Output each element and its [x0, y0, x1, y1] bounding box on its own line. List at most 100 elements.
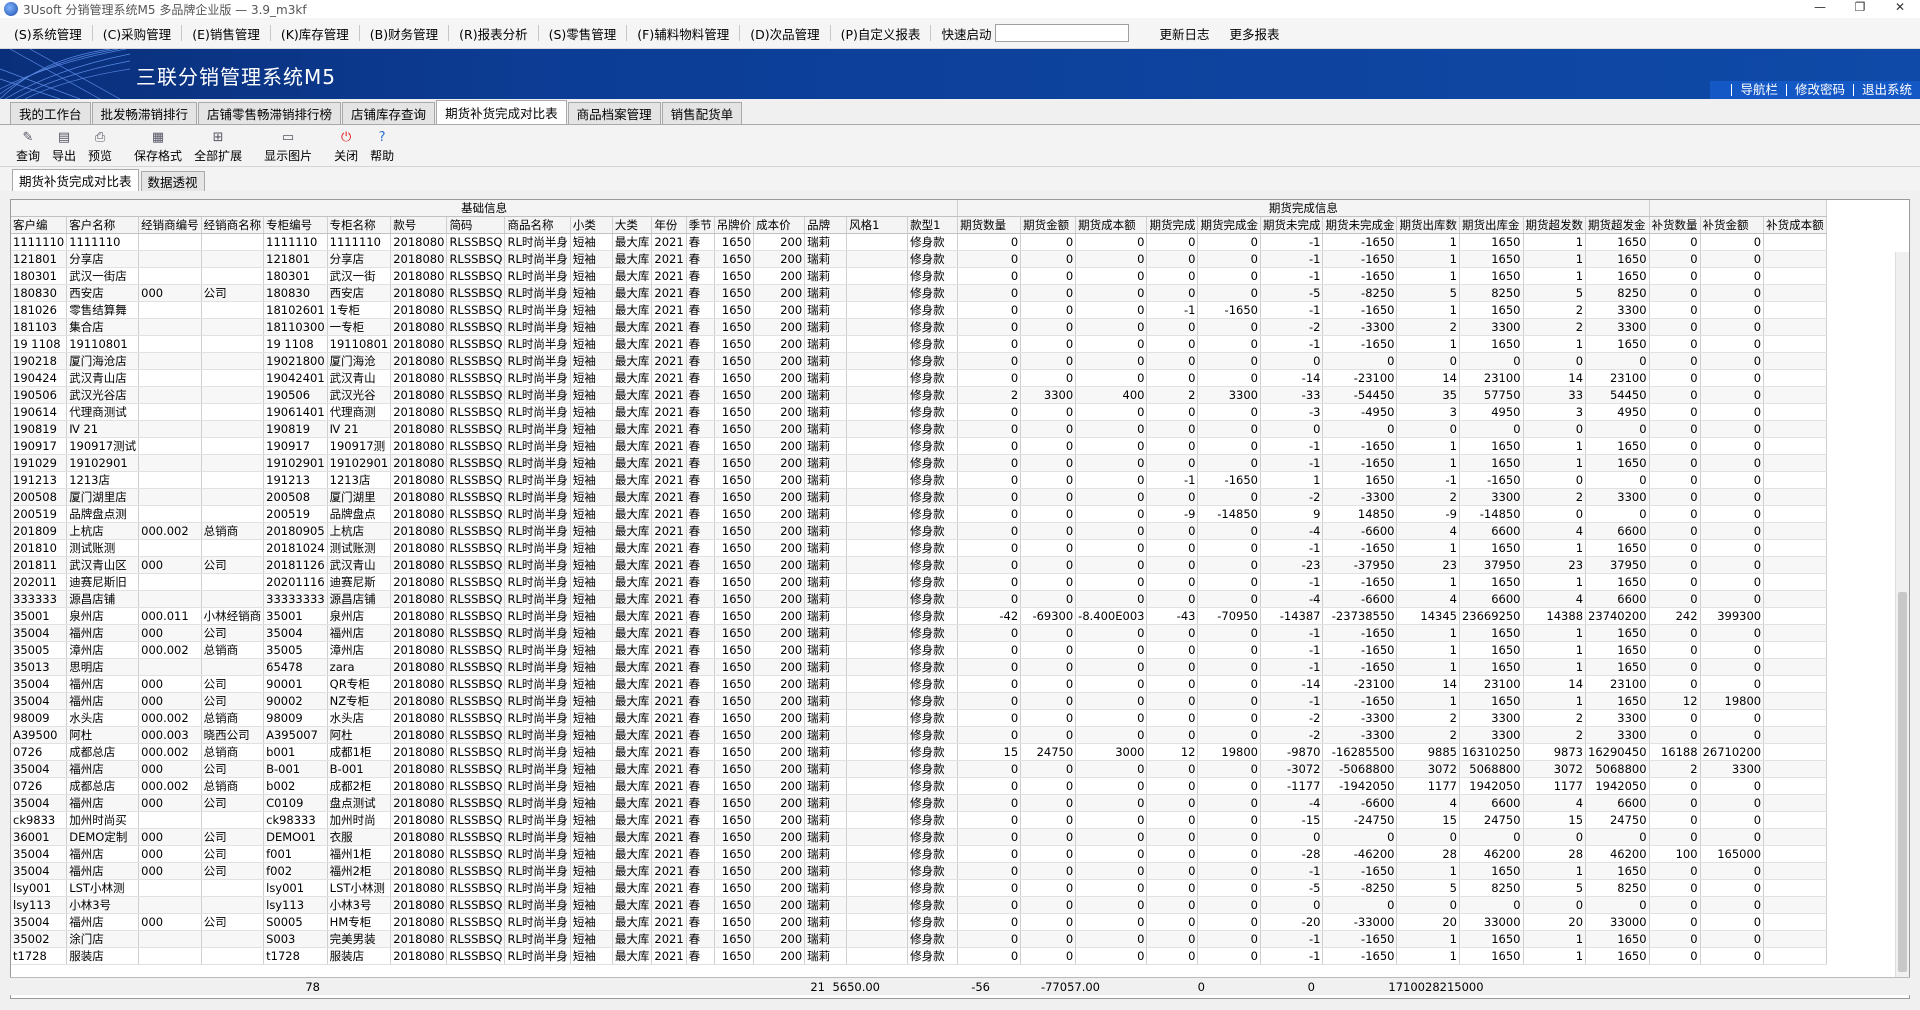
- column-header[interactable]: 期货未完成金: [1322, 216, 1398, 234]
- nav-bar-link[interactable]: 导航栏: [1731, 83, 1786, 96]
- table-row[interactable]: 35005 漳州店 000.002 总销商 35005 漳州店 2018080 RLSSBSQ…: [11, 641, 1827, 659]
- column-header[interactable]: 期货超发金: [1585, 216, 1650, 234]
- change-password-link[interactable]: 修改密码: [1785, 83, 1853, 96]
- tab-6[interactable]: 销售配货单: [661, 102, 743, 124]
- column-header[interactable]: 年份: [651, 216, 687, 234]
- table-row[interactable]: 0726 成都总店 000.002 总销商 b002 成都2柜 2018080 RLSSBSQ…: [11, 777, 1827, 795]
- tab-2[interactable]: 店铺零售畅滞销排行榜: [198, 102, 342, 124]
- tab-1[interactable]: 批发畅滞销排行: [91, 102, 198, 124]
- table-row[interactable]: ck9833 加州时尚买 ck98333 加州时尚 2018080 RLSSBSQ RL时尚…: [11, 811, 1827, 829]
- menu-item-8[interactable]: (D)次品管理: [742, 24, 827, 43]
- table-row[interactable]: lsy113 小林3号 lsy113 小林3号 2018080 RLSSBSQ RL时尚半身…: [11, 896, 1827, 914]
- save-format-button[interactable]: ▦ 保存格式: [128, 129, 188, 164]
- scrollbar-thumb[interactable]: [1898, 592, 1907, 972]
- column-header[interactable]: 补货金额: [1700, 216, 1765, 234]
- column-header[interactable]: 期货出库数: [1396, 216, 1460, 234]
- column-header[interactable]: 款号: [390, 216, 448, 234]
- column-header[interactable]: 期货未完成: [1260, 216, 1324, 234]
- table-row[interactable]: 200519 品牌盘点测 200519 品牌盘点 2018080 RLSSBSQ RL时尚半…: [11, 505, 1827, 523]
- column-header[interactable]: 商品名称: [504, 216, 571, 234]
- table-row[interactable]: 35004 福州店 000 公司 C0109 盘点测试 2018080 RLSSBSQ RL时尚…: [11, 794, 1827, 812]
- table-row[interactable]: 180301 武汉一街店 180301 武汉一街 2018080 RLSSBSQ RL时尚半…: [11, 267, 1827, 285]
- tab-5[interactable]: 商品档案管理: [567, 102, 661, 124]
- table-row[interactable]: lsy001 LST小林测 lsy001 LST小林测 2018080 RLSSBSQ RL…: [11, 879, 1827, 897]
- update-log-link[interactable]: 更新日志: [1151, 24, 1217, 43]
- more-reports-link[interactable]: 更多报表: [1221, 24, 1287, 43]
- menu-item-6[interactable]: (S)零售管理: [541, 24, 625, 43]
- subtab-comparison[interactable]: 期货补货完成对比表: [12, 169, 139, 191]
- column-header[interactable]: 补货成本额: [1763, 216, 1827, 234]
- column-header[interactable]: 经销商编号: [138, 216, 202, 234]
- vertical-scrollbar[interactable]: [1895, 252, 1909, 980]
- column-header[interactable]: 期货出库金: [1459, 216, 1524, 234]
- table-row[interactable]: 35001 泉州店 000.011 小林经销商 35001 泉州店 2018080 RLSSB…: [11, 607, 1827, 625]
- column-header[interactable]: 简码: [446, 216, 506, 234]
- table-row[interactable]: 35004 福州店 000 公司 90002 NZ专柜 2018080 RLSSBSQ RL时尚…: [11, 692, 1827, 710]
- table-row[interactable]: 121801 分享店 121801 分享店 2018080 RLSSBSQ RL时尚半身 短袖…: [11, 250, 1827, 268]
- tab-0[interactable]: 我的工作台: [10, 102, 91, 124]
- column-header[interactable]: 经销商名称: [201, 216, 265, 234]
- table-row[interactable]: 190424 武汉青山店 19042401 武汉青山 2018080 RLSSBSQ RL时…: [11, 369, 1827, 387]
- export-button[interactable]: ▤ 导出: [46, 129, 82, 164]
- close-icon[interactable]: ✕: [1880, 0, 1920, 14]
- table-row[interactable]: 36001 DEMO定制 000 公司 DEMO01 衣服 2018080 RLSSBSQ RL…: [11, 828, 1827, 846]
- minimize-icon[interactable]: —: [1800, 0, 1840, 14]
- preview-button[interactable]: ⎙ 预览: [82, 129, 118, 164]
- column-header[interactable]: 专柜名称: [327, 216, 392, 234]
- table-row[interactable]: 1111110 1111110 1111110 1111110 2018080 RLSSB…: [11, 233, 1827, 251]
- menu-item-0[interactable]: (S)系统管理: [6, 24, 90, 43]
- tab-4[interactable]: 期货补货完成对比表: [436, 100, 567, 124]
- column-header[interactable]: 补货数量: [1649, 216, 1701, 234]
- close-button[interactable]: ⏻ 关闭: [328, 129, 364, 164]
- column-header[interactable]: 款型1: [907, 216, 959, 234]
- table-row[interactable]: 35004 福州店 000 公司 S0005 HM专柜 2018080 RLSSBSQ RL时尚…: [11, 913, 1827, 931]
- column-header[interactable]: 客户名称: [66, 216, 140, 234]
- table-row[interactable]: 190819 Ⅳ 21 190819 Ⅳ 21 2018080 RLSSBSQ RL时尚半身…: [11, 420, 1827, 438]
- column-header[interactable]: 品牌: [804, 216, 848, 234]
- table-row[interactable]: 35002 涂门店 S003 完美男装 2018080 RLSSBSQ RL时尚半身 短袖 最大…: [11, 930, 1827, 948]
- column-header[interactable]: 期货数量: [957, 216, 1022, 234]
- menu-item-5[interactable]: (R)报表分析: [451, 24, 535, 43]
- quick-start-input[interactable]: [995, 24, 1130, 42]
- table-row[interactable]: 181103 集合店 18110300 一专柜 2018080 RLSSBSQ RL时尚半身…: [11, 318, 1827, 336]
- table-row[interactable]: 190917 190917测试 190917 190917测 2018080 RLSSBS…: [11, 437, 1827, 455]
- table-row[interactable]: 35004 福州店 000 公司 f001 福州1柜 2018080 RLSSBSQ RL时尚半…: [11, 845, 1827, 863]
- table-row[interactable]: 201811 武汉青山区 000 公司 20181126 武汉青山 2018080 RLSSB…: [11, 556, 1827, 574]
- table-row[interactable]: 19 1108 19110801 19 1108 19110801 2018080 RLS…: [11, 335, 1827, 353]
- column-header[interactable]: 小类: [570, 216, 613, 234]
- table-row[interactable]: 35004 福州店 000 公司 35004 福州店 2018080 RLSSBSQ RL时尚半…: [11, 624, 1827, 642]
- table-row[interactable]: 202011 迪赛尼斯旧 20201116 迪赛尼斯 2018080 RLSSBSQ RL时…: [11, 573, 1827, 591]
- table-row[interactable]: 180830 西安店 000 公司 180830 西安店 2018080 RLSSBSQ RL时…: [11, 284, 1827, 302]
- column-header[interactable]: 期货完成: [1146, 216, 1199, 234]
- table-row[interactable]: 191029 19102901 19102901 19102901 2018080 RLS…: [11, 454, 1827, 472]
- menu-item-2[interactable]: (E)销售管理: [184, 24, 268, 43]
- query-button[interactable]: ✎ 查询: [10, 129, 46, 164]
- subtab-pivot[interactable]: 数据透视: [140, 171, 205, 191]
- table-row[interactable]: 35013 思明店 65478 zara 2018080 RLSSBSQ RL时尚半身 短袖最…: [11, 658, 1827, 676]
- table-row[interactable]: t1728 服装店 t1728 服装店 2018080 RLSSBSQ RL时尚半身 短袖 最大…: [11, 947, 1827, 965]
- show-image-button[interactable]: ▭ 显示图片: [258, 129, 318, 164]
- help-button[interactable]: ? 帮助: [364, 129, 400, 164]
- table-row[interactable]: 190506 武汉光谷店 190506 武汉光谷 2018080 RLSSBSQ RL时尚半…: [11, 386, 1827, 404]
- column-header[interactable]: 客户编: [11, 216, 68, 234]
- menu-item-4[interactable]: (B)财务管理: [362, 24, 446, 43]
- column-header[interactable]: 大类: [612, 216, 653, 234]
- table-row[interactable]: 35004 福州店 000 公司 90001 QR专柜 2018080 RLSSBSQ RL时尚…: [11, 675, 1827, 693]
- table-row[interactable]: 35004 福州店 000 公司 B-001 B-001 2018080 RLSSBSQ RL时…: [11, 760, 1827, 778]
- table-row[interactable]: 98009 水头店 000.002 总销商 98009 水头店 2018080 RLSSBSQ…: [11, 709, 1827, 727]
- logout-link[interactable]: 退出系统: [1852, 83, 1920, 96]
- restore-icon[interactable]: ❐: [1840, 0, 1880, 14]
- column-header[interactable]: 期货成本额: [1075, 216, 1148, 234]
- expand-all-button[interactable]: ⊞ 全部扩展: [188, 129, 248, 164]
- table-row[interactable]: 181026 零售结算舞 18102601 1专柜 2018080 RLSSBSQ RL时尚…: [11, 301, 1827, 319]
- column-header[interactable]: 专柜编号: [263, 216, 328, 234]
- column-header[interactable]: 期货金额: [1020, 216, 1077, 234]
- table-row[interactable]: 191213 1213店 191213 1213店 2018080 RLSSBSQ RL时尚…: [11, 471, 1827, 489]
- table-row[interactable]: 35004 福州店 000 公司 f002 福州2柜 2018080 RLSSBSQ RL时尚半…: [11, 862, 1827, 880]
- column-header[interactable]: 季节: [686, 216, 715, 234]
- table-row[interactable]: 190218 厦门海沧店 19021800 厦门海沧 2018080 RLSSBSQ RL时…: [11, 352, 1827, 370]
- table-row[interactable]: 201809 上杭店 000.002 总销商 20180905 上杭店 2018080 RLS…: [11, 522, 1827, 540]
- table-row[interactable]: 0726 成都总店 000.002 总销商 b001 成都1柜 2018080 RLSSBSQ…: [11, 743, 1827, 761]
- menu-item-3[interactable]: (K)库存管理: [273, 24, 357, 43]
- table-row[interactable]: 190614 代理商测试 19061401 代理商测 2018080 RLSSBSQ RL时…: [11, 403, 1827, 421]
